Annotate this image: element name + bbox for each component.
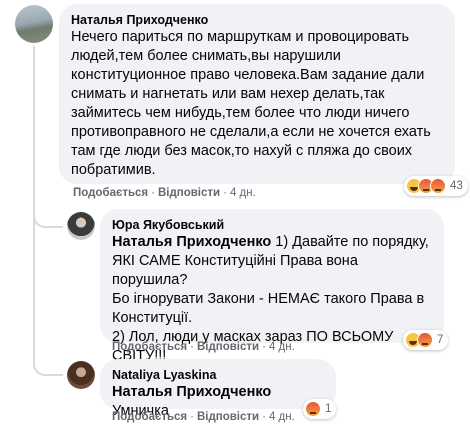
angry-reaction-icon: [430, 178, 446, 194]
comment-author[interactable]: Наталья Приходченко: [71, 12, 443, 28]
reaction-summary[interactable]: 7: [403, 330, 449, 350]
thread-line: [33, 226, 35, 366]
timestamp[interactable]: 4 дн.: [269, 411, 295, 423]
avatar[interactable]: [67, 212, 95, 240]
separator: ·: [190, 411, 194, 423]
comment-actions: Подобається · Відповісти · 4 дн.: [112, 340, 295, 354]
reaction-count: 43: [450, 180, 463, 192]
like-button[interactable]: Подобається: [73, 187, 148, 199]
avatar[interactable]: [15, 5, 53, 43]
separator: ·: [151, 187, 155, 199]
reaction-summary[interactable]: 1: [303, 399, 337, 419]
comment-bubble: Nataliya Lyaskina Наталья Приходченко Ум…: [100, 359, 336, 419]
separator: ·: [190, 341, 194, 353]
thread-connector: [33, 360, 63, 376]
comment-bubble: Юра Якубовський Наталья Приходченко 1) Д…: [100, 209, 444, 364]
reply-button[interactable]: Відповісти: [158, 187, 220, 199]
separator: ·: [223, 187, 227, 199]
thread-connector: [33, 210, 63, 228]
avatar[interactable]: [67, 361, 95, 389]
like-button[interactable]: Подобається: [112, 341, 187, 353]
reaction-count: 1: [325, 403, 332, 415]
comment-actions: Подобається · Відповісти · 4 дн.: [112, 410, 295, 424]
mention-link[interactable]: Наталья Приходченко: [112, 384, 271, 400]
comment-text: Нечего париться по маршруткам и провоцир…: [71, 29, 431, 178]
like-button[interactable]: Подобається: [112, 411, 187, 423]
mention-link[interactable]: Наталья Приходченко: [112, 234, 271, 250]
angry-reaction-icon: [305, 401, 321, 417]
timestamp[interactable]: 4 дн.: [230, 187, 256, 199]
reaction-summary[interactable]: 43: [404, 176, 468, 196]
timestamp[interactable]: 4 дн.: [269, 341, 295, 353]
comment-actions: Подобається · Відповісти · 4 дн.: [73, 186, 256, 200]
comment-author[interactable]: Nataliya Lyaskina: [112, 367, 324, 383]
comment-author[interactable]: Юра Якубовський: [112, 217, 432, 233]
reply-button[interactable]: Відповісти: [197, 341, 259, 353]
reply-button[interactable]: Відповісти: [197, 411, 259, 423]
thread-line: [33, 46, 35, 226]
separator: ·: [262, 411, 266, 423]
comment-bubble: Наталья Приходченко Нечего париться по м…: [59, 4, 455, 184]
reaction-count: 7: [437, 334, 444, 346]
separator: ·: [262, 341, 266, 353]
angry-reaction-icon: [417, 332, 433, 348]
